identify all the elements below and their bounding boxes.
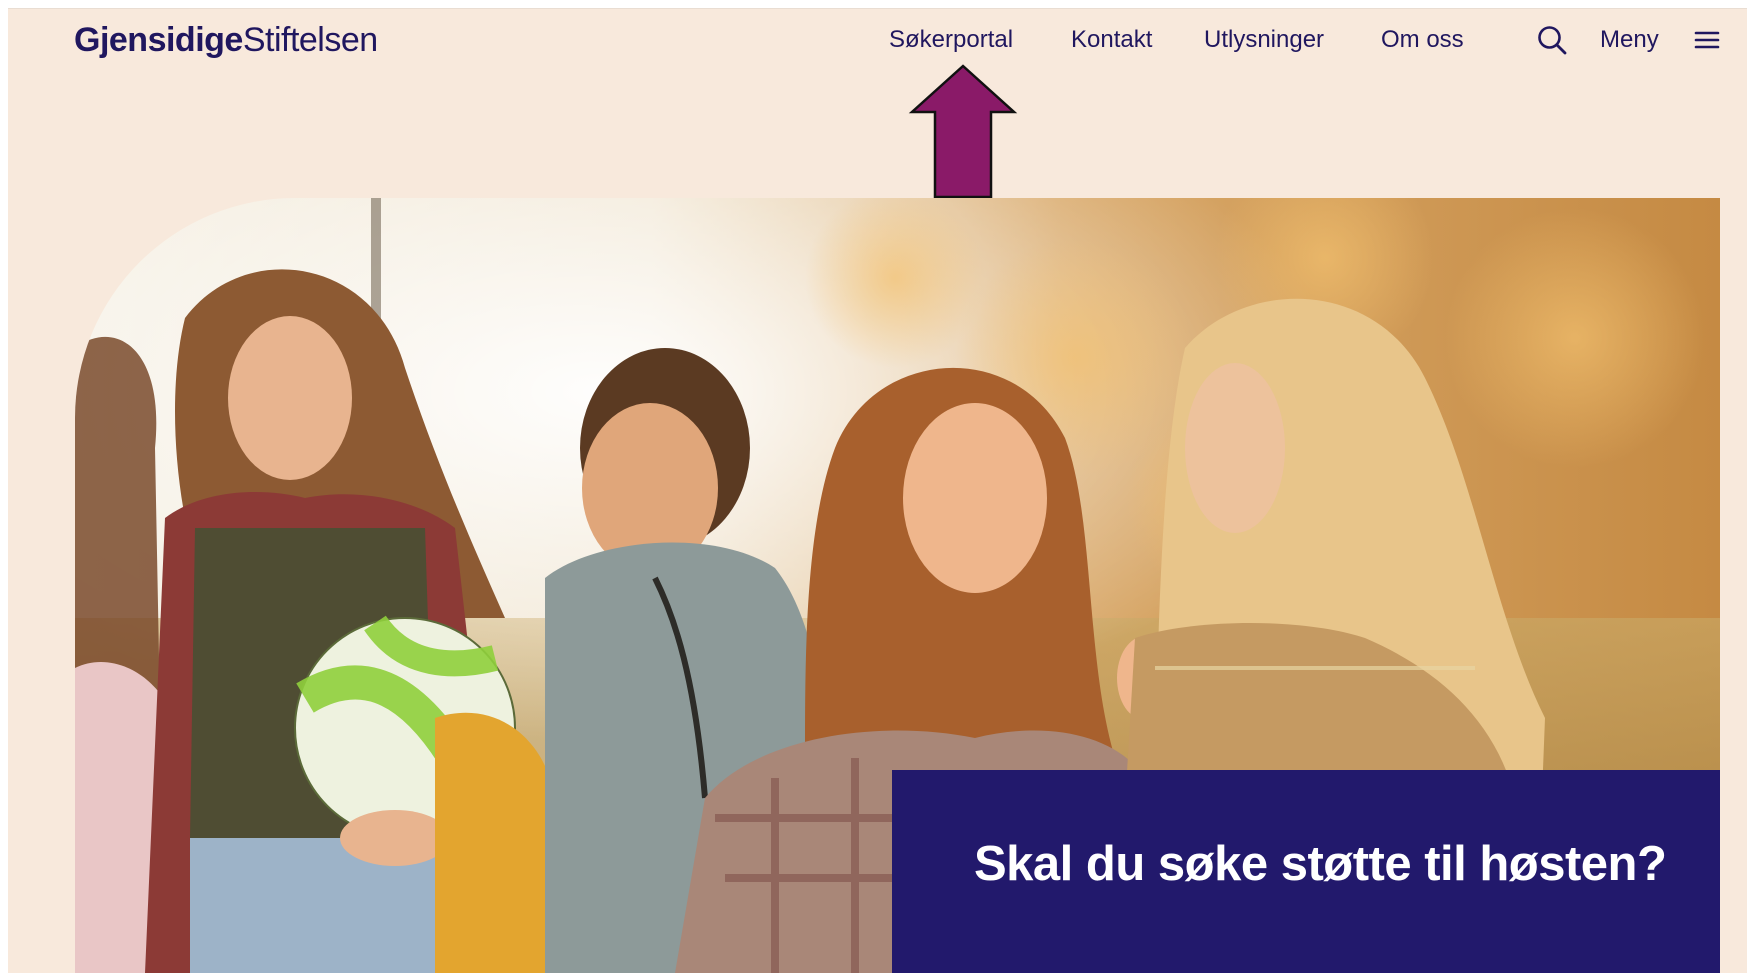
headline-card: Skal du søke støtte til høsten? bbox=[892, 770, 1720, 973]
logo-text-light: Stiftelsen bbox=[242, 21, 378, 59]
nav-link-kontakt[interactable]: Kontakt bbox=[1071, 22, 1152, 58]
search-button[interactable] bbox=[1535, 23, 1569, 57]
site-logo[interactable]: GjensidigeStiftelsen bbox=[74, 20, 378, 60]
up-arrow-icon bbox=[908, 64, 1018, 199]
nav-link-om-oss[interactable]: Om oss bbox=[1381, 22, 1464, 58]
nav-link-utlysninger[interactable]: Utlysninger bbox=[1204, 22, 1324, 58]
hero-headline: Skal du søke støtte til høsten? bbox=[974, 837, 1667, 891]
hamburger-menu-icon bbox=[1694, 31, 1720, 49]
menu-label: Meny bbox=[1600, 26, 1659, 53]
menu-button[interactable]: Meny bbox=[1600, 22, 1720, 58]
logo-text-bold: Gjensidige bbox=[74, 21, 243, 59]
top-divider bbox=[8, 8, 1747, 9]
nav-link-sokerportal[interactable]: Søkerportal bbox=[889, 22, 1013, 58]
page: GjensidigeStiftelsen Søkerportal Kontakt… bbox=[8, 8, 1747, 973]
search-icon bbox=[1538, 26, 1567, 55]
